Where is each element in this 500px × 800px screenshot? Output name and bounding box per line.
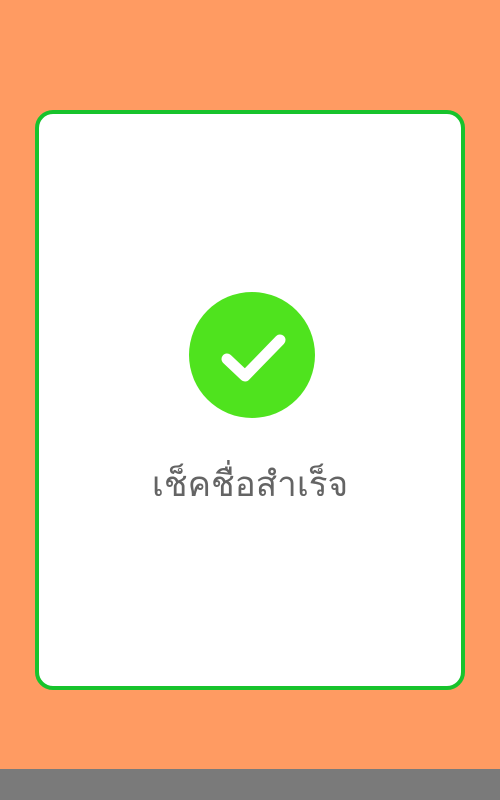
check-circle-icon <box>189 292 315 418</box>
success-dialog: เช็คชื่อสำเร็จ <box>35 110 465 690</box>
checkmark-icon <box>221 334 286 382</box>
success-message: เช็คชื่อสำเร็จ <box>151 465 349 505</box>
bottom-system-bar <box>0 769 500 800</box>
